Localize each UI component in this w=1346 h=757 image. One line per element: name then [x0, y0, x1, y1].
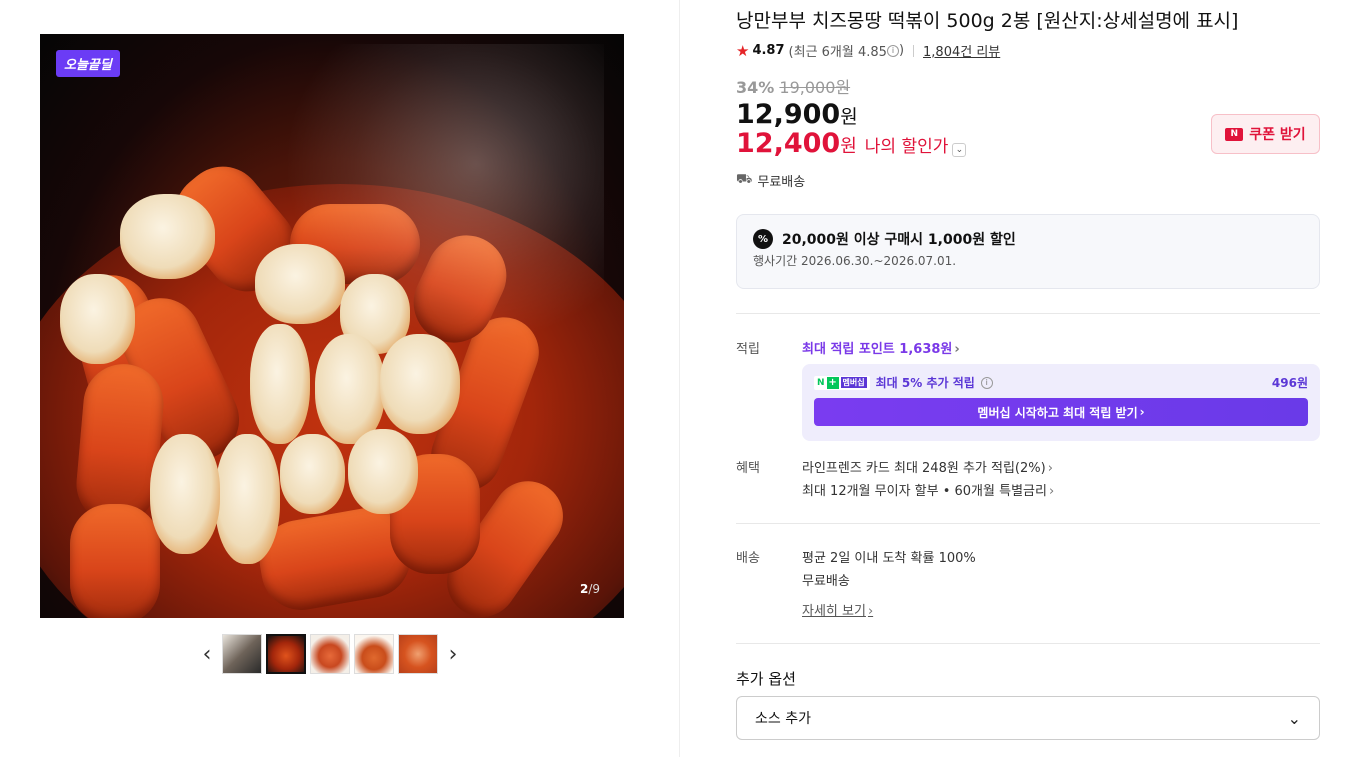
divider [736, 523, 1320, 524]
benefit-text: 최대 12개월 무이자 할부 • 60개월 특별금리 [802, 484, 1047, 499]
thumbnail[interactable] [398, 634, 438, 674]
divider [913, 44, 915, 57]
thumbnail-image [355, 635, 393, 673]
cheese-rice-cake [215, 434, 280, 564]
membership-row: N + 멤버십 최대 5% 추가 적립 i 496원 [814, 374, 1308, 391]
thumbnail-active[interactable] [266, 634, 306, 674]
naver-n-icon: N [817, 377, 825, 388]
main-product-image[interactable]: 오늘끝딜 2/9 [40, 34, 624, 618]
rice-cake [70, 504, 160, 618]
image-counter: 2/9 [580, 582, 600, 596]
thumbnail-image [399, 635, 437, 673]
divider [736, 313, 1320, 314]
chevron-down-icon[interactable]: ⌄ [952, 143, 967, 157]
membership-start-button[interactable]: 멤버십 시작하고 최대 적립 받기 › [814, 398, 1308, 426]
cheese-rice-cake [150, 434, 220, 554]
sale-price-unit: 원 [840, 106, 858, 128]
cheese-rice-cake [348, 429, 418, 514]
info-icon[interactable]: i [886, 44, 899, 57]
column-divider [679, 0, 680, 757]
rating-recent: (최근 6개월 4.85 [788, 45, 887, 60]
thumbnail-image [223, 635, 261, 673]
membership-amount: 496원 [1271, 376, 1308, 390]
review-count-link[interactable]: 1,804건 리뷰 [923, 41, 1000, 60]
delivery-detail-link[interactable]: 자세히 보기 › [802, 600, 873, 619]
thumbnail[interactable] [354, 634, 394, 674]
rating-value: 4.87 [752, 43, 785, 58]
coupon-button[interactable]: N 쿠폰 받기 [1211, 114, 1320, 154]
thumbnail-strip: ‹ › [196, 634, 464, 674]
my-discount-price: 12,400 원 나의 할인가 ⌄ [736, 128, 967, 159]
chevron-right-icon: › [1139, 405, 1145, 419]
product-title: 낭만부부 치즈몽땅 떡볶이 500g 2봉 [원산지:상세설명에 표시] [736, 10, 1239, 32]
membership-text: 최대 5% 추가 적립 [875, 376, 975, 390]
coupon-button-label: 쿠폰 받기 [1249, 127, 1306, 143]
membership-info: N + 멤버십 최대 5% 추가 적립 i [814, 374, 993, 391]
membership-tag: 멤버십 [840, 377, 867, 388]
benefits-label: 혜택 [736, 461, 760, 476]
cheese-rice-cake [120, 194, 215, 279]
points-label: 적립 [736, 342, 760, 357]
product-gallery: 오늘끝딜 2/9 ‹ › [0, 0, 680, 757]
truck-icon: ⛟ [736, 172, 753, 187]
chevron-down-icon: ⌄ [1287, 708, 1301, 728]
naver-plus-membership-badge: N + 멤버십 [814, 375, 870, 390]
option-select-value: 소스 추가 [755, 711, 811, 727]
original-price: 19,000원 [779, 78, 851, 97]
cheese-rice-cake [380, 334, 460, 434]
thumbnail-image [311, 635, 349, 673]
benefit-text: 라인프렌즈 카드 최대 248원 추가 적립(2%) [802, 461, 1046, 476]
rating-row: ★ 4.87 (최근 6개월 4.85 i ) 1,804건 리뷰 [736, 41, 1000, 61]
deal-badge: 오늘끝딜 [56, 50, 120, 77]
info-icon[interactable]: i [980, 376, 993, 389]
my-price-value: 12,400 [736, 128, 841, 159]
promotion-headline: 20,000원 이상 구매시 1,000원 할인 [782, 232, 1016, 248]
cheese-rice-cake [60, 274, 135, 364]
promotion-period: 행사기간 2026.06.30.~2026.07.01. [753, 254, 957, 268]
thumbnail[interactable] [222, 634, 262, 674]
rating-recent-close: ) [898, 43, 905, 58]
naver-coupon-icon: N [1225, 127, 1244, 141]
additional-options-title: 추가 옵션 [736, 670, 796, 688]
cheese-rice-cake [315, 334, 385, 444]
percent-icon: % [753, 229, 773, 249]
shipping-row: ⛟ 무료배송 [736, 171, 805, 190]
discount-row: 34% 19,000원 [736, 74, 850, 98]
benefit-card-link[interactable]: 라인프렌즈 카드 최대 248원 추가 적립(2%) › [802, 457, 1053, 476]
discount-percent: 34% [736, 78, 775, 97]
membership-box: N + 멤버십 최대 5% 추가 적립 i 496원 멤버십 시작하고 최대 적… [802, 364, 1320, 441]
cheese-rice-cake [280, 434, 345, 514]
sale-price-value: 12,900 [736, 99, 841, 130]
chevron-right-icon[interactable]: › [442, 634, 464, 674]
shipping-text: 무료배송 [757, 175, 806, 190]
star-icon: ★ [736, 41, 750, 60]
chevron-left-icon[interactable]: ‹ [196, 634, 218, 674]
delivery-label: 배송 [736, 551, 760, 566]
delivery-estimate: 평균 2일 이내 도착 확률 100% [802, 551, 976, 566]
delivery-free: 무료배송 [802, 574, 850, 589]
promotion-box: % 20,000원 이상 구매시 1,000원 할인 행사기간 2026.06.… [736, 214, 1320, 289]
product-page: 오늘끝딜 2/9 ‹ › 낭만부부 치즈몽땅 떡볶이 500g 2봉 [원산지:… [0, 0, 1346, 757]
counter-total: /9 [588, 582, 600, 596]
chevron-right-icon: › [867, 604, 874, 619]
membership-button-label: 멤버십 시작하고 최대 적립 받기 [977, 405, 1138, 420]
max-points-link[interactable]: 최대 적립 포인트 1,638원 › [802, 338, 960, 357]
plus-icon: + [826, 376, 839, 389]
steam [284, 44, 604, 344]
my-price-label: 나의 할인가 [864, 137, 949, 157]
thumbnail-image [268, 636, 304, 672]
chevron-right-icon: › [954, 342, 960, 357]
divider [736, 643, 1320, 644]
benefit-installment-link[interactable]: 최대 12개월 무이자 할부 • 60개월 특별금리 › [802, 480, 1054, 499]
chevron-right-icon: › [1048, 484, 1055, 499]
thumbnail[interactable] [310, 634, 350, 674]
promotion-headline-row: % 20,000원 이상 구매시 1,000원 할인 [753, 229, 1303, 249]
chevron-right-icon: › [1047, 461, 1053, 476]
my-price-unit: 원 [840, 136, 857, 157]
detail-link-text: 자세히 보기 [802, 604, 866, 619]
sale-price: 12,900원 [736, 99, 858, 130]
max-points-text: 최대 적립 포인트 1,638원 [802, 342, 953, 357]
option-select[interactable]: 소스 추가 ⌄ [736, 696, 1320, 740]
